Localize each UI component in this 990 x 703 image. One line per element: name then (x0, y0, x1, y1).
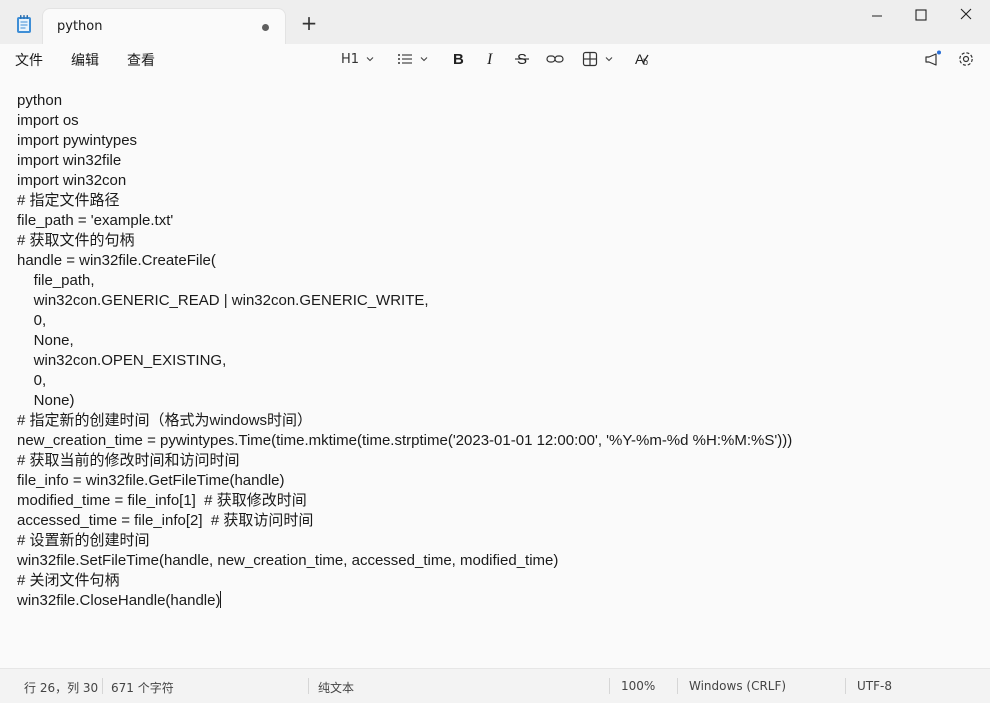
list-icon (398, 54, 412, 64)
heading-dropdown[interactable]: H1 (341, 49, 375, 69)
code-line-last: win32file.CloseHandle(handle) (17, 591, 792, 611)
svg-text:B: B (453, 51, 464, 68)
announcement-icon[interactable] (923, 49, 943, 69)
character-count: 671 个字符 (111, 681, 174, 695)
code-line: None) (17, 392, 75, 409)
chevron-down-icon (605, 57, 613, 62)
minimize-icon[interactable] (862, 6, 892, 26)
menu-toolbar: 文件 编辑 查看 H1 B I S A b (0, 44, 990, 76)
code-line: import win32file (17, 152, 122, 169)
code-line: # 获取文件的句柄 (17, 232, 135, 249)
close-icon[interactable] (951, 6, 981, 26)
code-line: file_path = 'example.txt' (17, 212, 174, 229)
settings-gear-icon[interactable] (957, 49, 975, 69)
last-line-text: win32file.CloseHandle(handle) (17, 592, 221, 609)
code-line: # 指定新的创建时间（格式为windows时间） (17, 412, 313, 429)
svg-text:I: I (486, 51, 493, 68)
encoding[interactable]: UTF-8 (857, 679, 892, 693)
text-caret (220, 591, 222, 608)
table-icon (582, 51, 598, 67)
list-dropdown[interactable] (397, 49, 429, 69)
italic-icon[interactable]: I (484, 49, 500, 69)
code-line: None, (17, 332, 74, 349)
code-line: import os (17, 112, 79, 129)
text-editor[interactable]: python import os import pywintypes impor… (0, 75, 990, 668)
code-line: # 关闭文件句柄 (17, 572, 120, 589)
zoom-level[interactable]: 100% (621, 679, 655, 693)
heading-label: H1 (341, 51, 360, 67)
link-icon[interactable] (546, 49, 564, 69)
code-line: 0, (17, 312, 47, 329)
editor-lines: python import os import pywintypes impor… (17, 91, 792, 611)
tab-title: python (57, 19, 103, 34)
code-line: file_path, (17, 272, 95, 289)
unsaved-indicator-icon[interactable] (262, 24, 269, 31)
maximize-icon[interactable] (906, 6, 936, 26)
code-line: # 指定文件路径 (17, 192, 120, 209)
table-dropdown[interactable] (582, 49, 614, 69)
divider (677, 678, 678, 694)
clear-formatting-icon[interactable]: A b (634, 49, 652, 69)
chevron-down-icon (420, 57, 428, 62)
new-tab-button[interactable]: + (300, 13, 318, 33)
menu-edit[interactable]: 编辑 (71, 50, 99, 70)
divider (845, 678, 846, 694)
code-line: accessed_time = file_info[2] # 获取访问时间 (17, 512, 314, 529)
divider (102, 678, 103, 694)
code-line: new_creation_time = pywintypes.Time(time… (17, 432, 793, 449)
code-line: # 设置新的创建时间 (17, 532, 150, 549)
code-line: win32file.SetFileTime(handle, new_creati… (17, 552, 559, 569)
code-line: win32con.OPEN_EXISTING, (17, 352, 227, 369)
svg-text:b: b (643, 57, 648, 67)
code-line: python (17, 92, 63, 109)
code-line: handle = win32file.CreateFile( (17, 252, 216, 269)
menu-file[interactable]: 文件 (15, 50, 43, 70)
format-mode[interactable]: 纯文本 (318, 679, 354, 696)
chevron-down-icon (366, 57, 374, 62)
code-line: modified_time = file_info[1] # 获取修改时间 (17, 492, 307, 509)
line-ending[interactable]: Windows (CRLF) (689, 679, 786, 693)
strikethrough-icon[interactable]: S (515, 49, 531, 69)
code-line: # 获取当前的修改时间和访问时间 (17, 452, 240, 469)
cursor-position: 行 26，列 30 (24, 681, 99, 695)
code-line: 0, (17, 372, 47, 389)
divider (308, 678, 309, 694)
notepad-app-icon (17, 15, 31, 33)
menu-view[interactable]: 查看 (127, 50, 155, 70)
title-bar: python + (0, 0, 990, 44)
status-bar: 行 26，列 30 671 个字符 纯文本 100% Windows (CRLF… (0, 668, 990, 703)
divider (609, 678, 610, 694)
code-line: file_info = win32file.GetFileTime(handle… (17, 472, 285, 489)
code-line: import pywintypes (17, 132, 138, 149)
document-tab[interactable]: python (42, 8, 286, 44)
code-line: win32con.GENERIC_READ | win32con.GENERIC… (17, 292, 429, 309)
bold-icon[interactable]: B (451, 49, 467, 69)
code-line: import win32con (17, 172, 127, 189)
